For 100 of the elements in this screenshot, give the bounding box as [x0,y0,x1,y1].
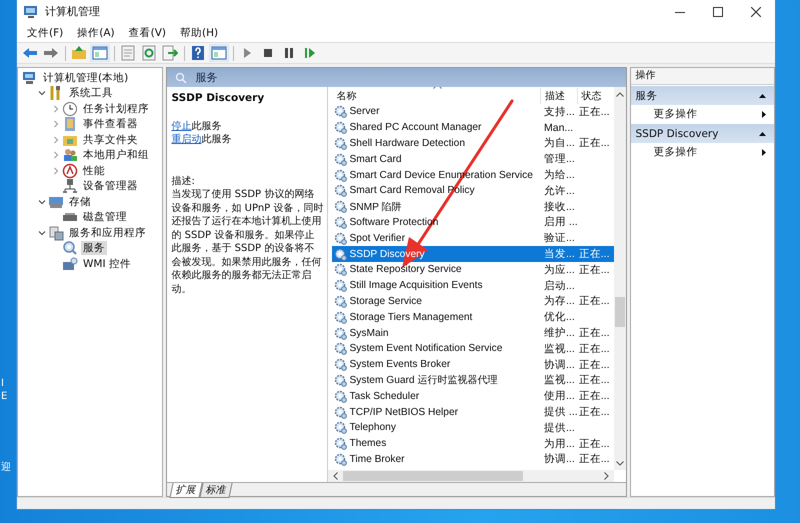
pane-button[interactable] [90,44,110,62]
tree-item[interactable]: 存储 [67,194,93,209]
tree-item[interactable]: 任务计划程序 [81,102,151,116]
tree-item[interactable]: 服务 [81,241,107,256]
tree-item[interactable]: 共享文件夹 [81,132,140,147]
description-cell: 维护... [544,326,575,340]
collapsed-chevron-icon[interactable] [52,166,60,175]
description-cell: Man... [544,122,574,134]
service-row[interactable]: Telephony 提供... [332,420,614,436]
description-cell: 为应... [544,262,575,277]
expanded-chevron-icon[interactable] [38,89,46,98]
gear-icon [334,452,348,466]
vertical-scrollbar[interactable] [614,87,626,470]
service-row[interactable]: Still Image Acquisition Events 启动... [332,278,614,294]
collapsed-chevron-icon[interactable] [52,104,60,113]
service-row[interactable]: Server 支持... 正在... [332,104,614,120]
scroll-right-icon[interactable] [604,472,610,480]
service-row[interactable]: Themes 为用... 正在... [332,436,614,452]
gear-icon [62,240,78,256]
service-row[interactable]: Time Broker 协调... 正在... [332,452,614,468]
collapse-triangle-icon [759,132,766,136]
description-cell: 协调... [544,358,575,372]
service-row[interactable]: System Guard 运行时监视器代理 监视... 正在... [332,372,614,388]
actions-item[interactable]: 更多操作 [631,105,774,123]
collapsed-chevron-icon[interactable] [52,151,60,160]
service-row[interactable]: Shared PC Account Manager Man... [332,120,614,136]
service-name-cell-text: System Guard 运行时监视器代理 [349,374,498,388]
gear-icon [334,216,348,229]
gear-icon [334,390,348,403]
tree-item[interactable]: 服务和应用程序 [67,226,148,240]
tree-item[interactable]: 系统工具 [67,86,115,100]
actions-section-header[interactable]: SSDP Discovery [631,124,774,143]
service-name: SSDP Discovery [171,92,266,106]
status-cell: 正在... [578,436,610,451]
folder-up-button[interactable] [69,44,89,62]
pane-button[interactable] [209,44,229,62]
gear-icon [334,263,348,276]
gear-icon [334,121,348,134]
description-cell: 管理... [544,152,575,166]
view-tab[interactable]: 扩展 [170,483,204,498]
desktop-icon-label: E [1,391,8,402]
pane-title: 服务 [195,70,218,85]
description-cell: 提供 ... [544,405,577,420]
description-cell: 协调... [544,452,575,466]
action-sentence: 重启动此服务 [171,133,232,146]
scroll-left-icon[interactable] [333,472,338,480]
service-row[interactable]: TCP/IP NetBIOS Helper 提供 ...正在... [332,404,614,420]
column-header[interactable]: 名称 [332,88,540,104]
status-cell: 正在... [578,452,610,466]
service-row[interactable]: Storage Service 为存... 正在... [332,294,614,310]
gear-icon [334,374,348,387]
expanded-chevron-icon[interactable] [38,198,46,206]
status-cell: 正在... [578,136,610,150]
scrollbar-thumb[interactable] [615,297,626,327]
collapsed-chevron-icon[interactable] [52,120,60,128]
service-row[interactable]: Spot Verifier 验证... [332,230,614,246]
expanded-chevron-icon[interactable] [38,228,46,237]
service-link[interactable]: 停止 [171,120,192,132]
service-row[interactable]: SysMain 维护... 正在... [332,325,614,341]
service-row[interactable]: State Repository Service 为应... 正在... [332,262,614,278]
tree-item[interactable]: 本地用户和组 [81,148,151,162]
menu-item[interactable]: 查看(V) [122,26,174,40]
tree-item[interactable]: 事件查看器 [81,117,140,132]
description-text: 当发现了使用 SSDP 协议的网络设备和服务，如 UPnP 设备，同时还报告了运行在本地计算机上使用的 SSDP 设备和服务。如果停止此服务，基于 SSDP 的设备将不会被发现。如果禁用此服务，任何依赖此服务的服务都无法正常启动。 [171,188,324,296]
service-name-cell: TCP/IP NetBIOS Helper [349,406,458,418]
gear-icon [334,310,348,324]
service-row[interactable]: Storage Tiers Management 优化... [332,309,614,326]
status-cell: 正在... [578,262,610,277]
service-row[interactable]: SNMP 陷阱 接收... [332,198,614,215]
view-tab[interactable]: 标准 [200,483,234,498]
tree-item[interactable]: WMI 控件 [81,256,133,271]
menu-item[interactable]: 文件(F) [20,26,70,40]
menu-item[interactable]: 操作(A) [70,26,122,40]
tree-item[interactable]: 性能 [81,164,107,178]
clock-icon [62,100,78,117]
export-button[interactable] [160,44,180,62]
export-icon [162,45,178,61]
service-row[interactable]: Shell Hardware Detection 为自... 正在... [332,136,614,152]
horizontal-scrollbar[interactable] [328,470,614,482]
service-name-cell: SysMain [349,328,389,339]
gear-icon [334,342,348,356]
scroll-down-icon [616,460,624,466]
service-row[interactable]: Task Scheduler 使用... 正在... [332,388,614,404]
column-header[interactable]: 描述 [540,88,577,104]
desktop-icon-label: I [1,378,4,389]
service-row[interactable]: System Events Broker 协调... 正在... [332,356,614,373]
service-row[interactable]: Smart Card 管理... [332,151,614,168]
menu-item[interactable]: 帮助(H) [173,26,226,40]
description-cell: 支持... [544,104,575,119]
service-link[interactable]: 重启动 [171,134,202,145]
status-cell: 正在... [578,326,610,340]
tree-item[interactable]: 计算机管理(本地) [41,70,130,85]
scrollbar-thumb[interactable] [343,471,524,481]
tree-item[interactable]: 设备管理器 [81,179,140,194]
actions-item[interactable]: 更多操作 [631,143,774,161]
collapsed-chevron-icon[interactable] [52,136,60,144]
service-row[interactable]: System Event Notification Service 监视... 正在... [332,340,614,357]
actions-section-header[interactable]: 服务 [631,86,774,105]
log-book-icon [62,116,78,132]
tree-item[interactable]: 磁盘管理 [81,210,129,224]
